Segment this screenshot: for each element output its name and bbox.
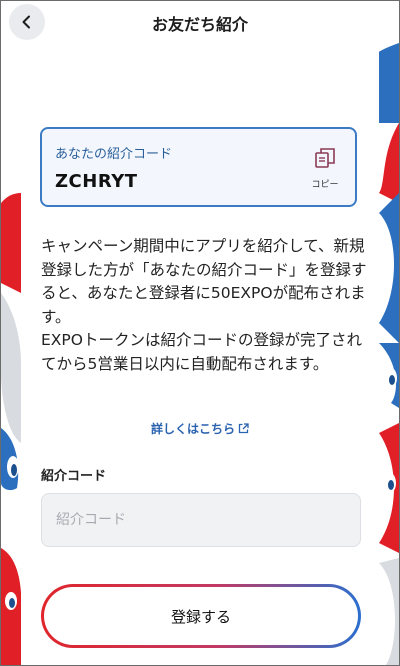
referral-code-label: あなたの紹介コード [55, 147, 173, 162]
referral-code-card: あなたの紹介コード ZCHRYT コピー [40, 127, 357, 207]
referral-code-field-label: 紹介コード [41, 469, 107, 484]
copy-button[interactable]: コピー [303, 147, 347, 191]
external-link-icon [238, 423, 249, 434]
details-link[interactable]: 詳しくはこちら [1, 420, 399, 437]
page-title: お友だち紹介 [151, 15, 248, 34]
referral-code-value: ZCHRYT [55, 171, 138, 192]
copy-label: コピー [311, 180, 339, 190]
register-button[interactable]: 登録する [41, 584, 361, 648]
details-link-label: 詳しくはこちら [150, 422, 235, 436]
campaign-description: キャンペーン期間中にアプリを紹介して、新規登録した方が「あなたの紹介コード」を登… [41, 235, 371, 376]
register-button-label: 登録する [44, 587, 358, 645]
referral-code-input[interactable] [41, 493, 361, 547]
description-paragraph: キャンペーン期間中にアプリを紹介して、新規登録した方が「あなたの紹介コード」を登… [41, 237, 367, 326]
app-screen: お友だち紹介 あなたの紹介コード ZCHRYT コピー キャンペーン期間中にアプ… [0, 0, 400, 666]
main-content: あなたの紹介コード ZCHRYT コピー キャンペーン期間中にアプリを紹介して、… [1, 43, 399, 665]
description-paragraph: EXPOトークンは紹介コードの登録が完了されてから5営業日以内に自動配布されます… [41, 331, 362, 373]
copy-icon [315, 148, 335, 168]
header: お友だち紹介 [1, 1, 399, 43]
